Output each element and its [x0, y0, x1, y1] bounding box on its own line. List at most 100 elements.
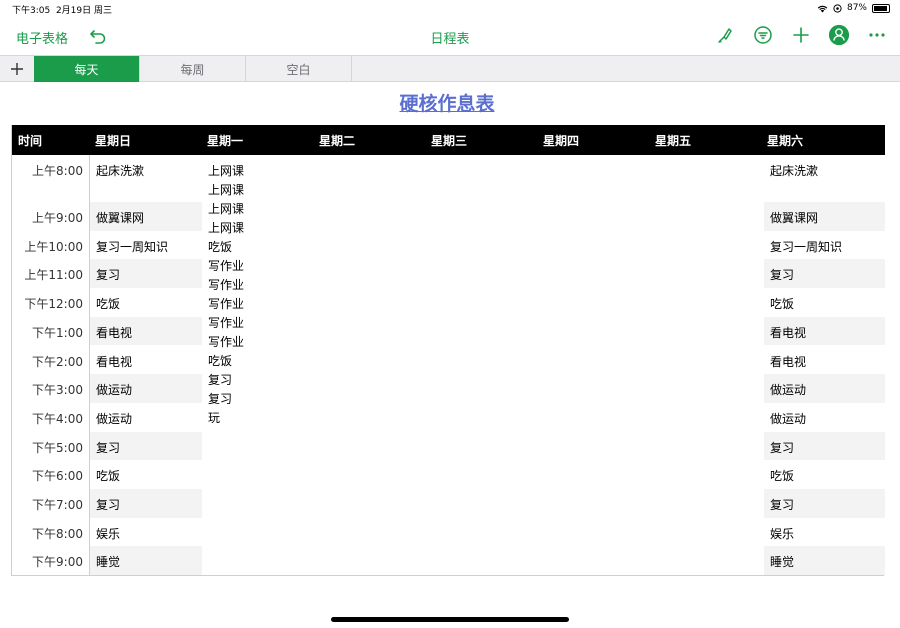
format-brush-icon[interactable]	[714, 24, 736, 46]
saturday-cell[interactable]: 复习	[764, 431, 885, 461]
time-cell[interactable]: 下午12:00	[12, 288, 89, 317]
saturday-cell[interactable]: 睡觉	[764, 546, 885, 576]
monday-item[interactable]: 吃饭	[208, 352, 244, 371]
saturday-cell[interactable]: 吃饭	[764, 460, 885, 489]
saturday-cell[interactable]: 复习	[764, 489, 885, 518]
table-row: 上午8:00 起床洗漱 起床洗漱	[12, 155, 885, 202]
header-wednesday[interactable]: 星期三	[425, 125, 537, 155]
time-cell[interactable]: 下午7:00	[12, 489, 89, 518]
saturday-cell[interactable]: 看电视	[764, 316, 885, 346]
header-friday[interactable]: 星期五	[649, 125, 761, 155]
time-cell[interactable]: 上午9:00	[12, 202, 89, 231]
saturday-cell[interactable]: 娱乐	[764, 518, 885, 547]
sunday-cell[interactable]: 做运动	[90, 374, 202, 403]
table-row: 下午3:00 做运动 做运动	[12, 374, 885, 403]
table-row: 上午10:00 复习一周知识 复习一周知识	[12, 231, 885, 260]
sunday-cell[interactable]: 睡觉	[90, 546, 202, 576]
time-cell[interactable]: 上午10:00	[12, 231, 89, 260]
monday-item[interactable]: 复习	[208, 371, 244, 390]
header-monday[interactable]: 星期一	[201, 125, 313, 155]
table-row: 下午5:00 复习 复习	[12, 431, 885, 461]
sunday-cell[interactable]: 做运动	[90, 403, 202, 432]
sunday-cell[interactable]: 看电视	[90, 346, 202, 375]
status-date: 2月19日 周三	[55, 6, 112, 16]
more-icon[interactable]	[866, 24, 888, 46]
table-title[interactable]: 硬核作息表	[0, 89, 894, 116]
sunday-cell[interactable]: 复习一周知识	[90, 231, 202, 260]
table-row: 下午2:00 看电视 看电视	[12, 346, 885, 375]
time-cell[interactable]: 下午4:00	[12, 403, 89, 432]
tab-weekly[interactable]: 每周	[140, 56, 246, 82]
header-sunday[interactable]: 星期日	[89, 125, 201, 155]
monday-item[interactable]: 复习	[208, 390, 244, 409]
table-row: 下午6:00 吃饭 吃饭	[12, 460, 885, 489]
sunday-cell[interactable]: 复习	[90, 431, 202, 461]
saturday-cell[interactable]: 复习	[764, 259, 885, 289]
tab-daily[interactable]: 每天	[34, 56, 140, 82]
time-cell[interactable]: 上午8:00	[12, 155, 89, 202]
sunday-cell[interactable]: 复习	[90, 259, 202, 289]
saturday-cell[interactable]: 做运动	[764, 403, 885, 432]
header-thursday[interactable]: 星期四	[537, 125, 649, 155]
monday-item[interactable]: 玩	[208, 409, 244, 428]
time-column-divider	[89, 155, 90, 576]
time-cell[interactable]: 下午2:00	[12, 346, 89, 375]
monday-item[interactable]: 上网课	[208, 162, 244, 181]
time-cell[interactable]: 下午6:00	[12, 460, 89, 489]
saturday-cell[interactable]: 复习一周知识	[764, 231, 885, 260]
sunday-cell[interactable]: 做翼课网	[90, 202, 202, 231]
saturday-cell[interactable]: 做翼课网	[764, 202, 885, 231]
saturday-cell[interactable]: 看电视	[764, 346, 885, 375]
home-indicator	[331, 617, 569, 622]
table-header-row: 时间 星期日 星期一 星期二 星期三 星期四 星期五 星期六	[12, 125, 885, 155]
status-bar: 下午3:05 2月19日 周三 87%	[0, 0, 900, 18]
monday-item[interactable]: 吃饭	[208, 238, 244, 257]
spreadsheets-back-button[interactable]: 电子表格	[16, 28, 68, 47]
time-cell[interactable]: 下午9:00	[12, 546, 89, 575]
monday-item[interactable]: 写作业	[208, 295, 244, 314]
status-time-date: 下午3:05 2月19日 周三	[12, 3, 112, 16]
schedule-table[interactable]: 时间 星期日 星期一 星期二 星期三 星期四 星期五 星期六 上午8:00 起床洗…	[11, 125, 885, 576]
header-tuesday[interactable]: 星期二	[313, 125, 425, 155]
sunday-cell[interactable]: 娱乐	[90, 518, 202, 547]
header-saturday[interactable]: 星期六	[761, 125, 885, 155]
saturday-cell[interactable]: 吃饭	[764, 288, 885, 317]
table-row: 下午7:00 复习 复习	[12, 489, 885, 518]
monday-item[interactable]: 写作业	[208, 276, 244, 295]
wifi-icon	[817, 5, 828, 12]
header-time[interactable]: 时间	[12, 125, 89, 155]
monday-item[interactable]: 写作业	[208, 333, 244, 352]
toolbar: 电子表格 日程表	[0, 22, 900, 52]
saturday-cell[interactable]: 做运动	[764, 374, 885, 403]
monday-item[interactable]: 上网课	[208, 219, 244, 238]
sunday-cell[interactable]: 复习	[90, 489, 202, 518]
time-cell[interactable]: 下午1:00	[12, 317, 89, 346]
undo-icon[interactable]	[88, 26, 108, 46]
time-cell[interactable]: 下午5:00	[12, 432, 89, 461]
monday-item[interactable]: 上网课	[208, 200, 244, 219]
battery-icon	[872, 3, 890, 13]
filter-icon[interactable]	[752, 24, 774, 46]
time-cell[interactable]: 上午11:00	[12, 259, 89, 288]
saturday-cell[interactable]: 起床洗漱	[764, 155, 885, 202]
table-row: 下午1:00 看电视 看电视	[12, 316, 885, 346]
tab-blank[interactable]: 空白	[246, 56, 352, 82]
time-cell[interactable]: 下午3:00	[12, 374, 89, 403]
sunday-cell[interactable]: 吃饭	[90, 288, 202, 317]
sunday-cell[interactable]: 吃饭	[90, 460, 202, 489]
collaborate-icon[interactable]	[828, 24, 850, 46]
monday-item[interactable]: 写作业	[208, 314, 244, 333]
monday-column[interactable]: 上网课 上网课 上网课 上网课 吃饭 写作业 写作业 写作业 写作业 写作业 吃饭 复习 复习玩	[208, 162, 244, 428]
sheet-tab-bar: 每天 每周 空白	[0, 55, 900, 82]
time-cell[interactable]: 下午8:00	[12, 518, 89, 547]
monday-item[interactable]: 写作业	[208, 257, 244, 276]
table-row: 上午11:00 复习 复习	[12, 259, 885, 289]
sunday-cell[interactable]: 起床洗漱	[90, 155, 202, 202]
table-row: 上午9:00 做翼课网 做翼课网	[12, 202, 885, 231]
table-row: 下午4:00 做运动 做运动	[12, 403, 885, 432]
add-sheet-button[interactable]	[0, 56, 34, 82]
plus-icon[interactable]	[790, 24, 812, 46]
monday-item[interactable]: 上网课	[208, 181, 244, 200]
sunday-cell[interactable]: 看电视	[90, 316, 202, 346]
table-row: 下午12:00 吃饭 吃饭	[12, 288, 885, 317]
